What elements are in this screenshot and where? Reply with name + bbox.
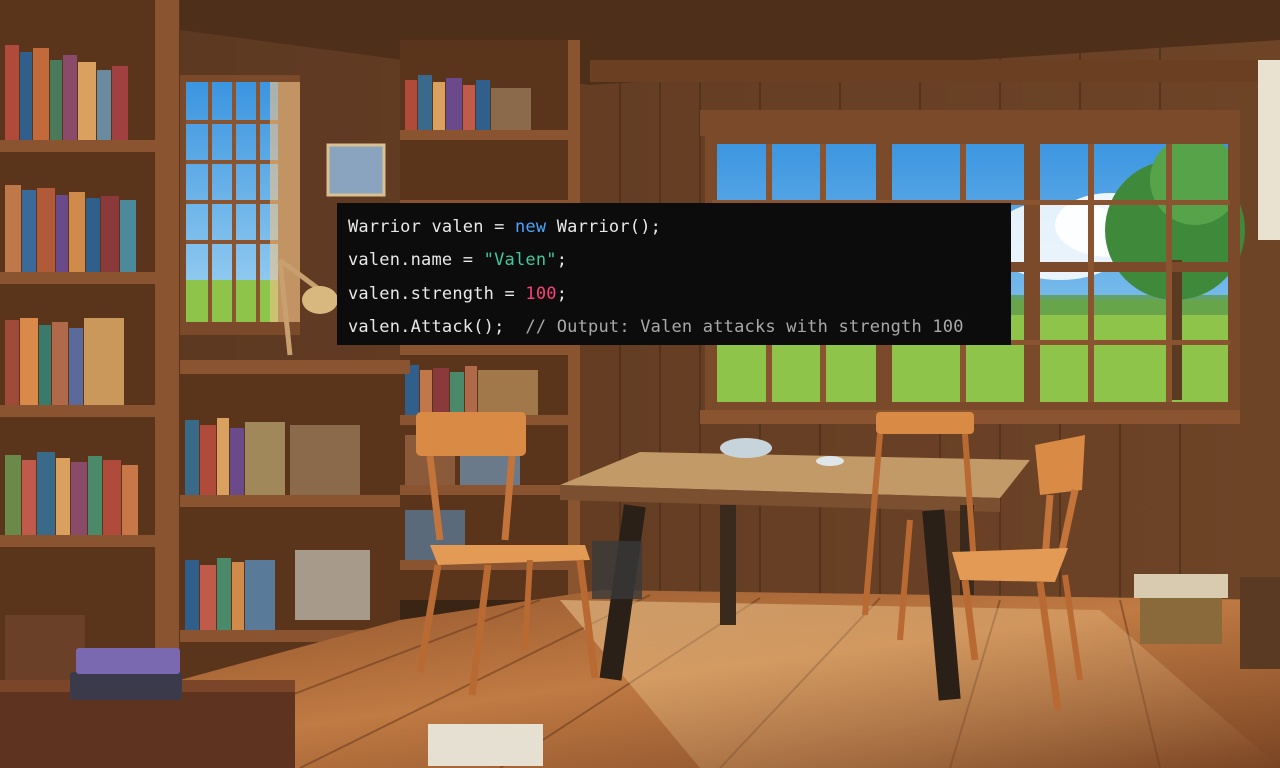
code-snippet-panel: Warrior valen = new Warrior(); valen.nam… xyxy=(337,203,1011,345)
code-string: "Valen" xyxy=(483,250,557,271)
bucket xyxy=(1240,577,1280,669)
ceiling-beam xyxy=(590,60,1280,82)
code-line-3: valen.strength = 100; xyxy=(348,278,1011,311)
code-text: valen.Attack(); xyxy=(348,317,526,338)
code-keyword: new xyxy=(514,217,547,237)
code-text: valen.strength = xyxy=(348,283,526,304)
code-line-2: valen.name = "Valen"; xyxy=(348,244,1011,277)
code-text: ; xyxy=(556,250,568,271)
code-comment: // Output: Valen attacks with strength 1… xyxy=(525,317,964,338)
cabin-library-scene xyxy=(0,0,1280,768)
code-number: 100 xyxy=(525,283,557,304)
code-text: Warrior(); xyxy=(546,217,662,237)
book-stack xyxy=(70,648,182,700)
code-line-1: Warrior valen = new Warrior(); xyxy=(348,211,1011,244)
code-text: Warrior valen = xyxy=(348,217,515,237)
code-line-4: valen.Attack(); // Output: Valen attacks… xyxy=(348,311,1011,344)
code-text: ; xyxy=(556,283,568,304)
code-text: valen.name = xyxy=(348,250,484,271)
bowl xyxy=(720,438,772,458)
box-on-floor xyxy=(592,541,642,599)
cup xyxy=(816,456,844,466)
wall-poster xyxy=(1258,60,1280,240)
window-header-beam xyxy=(700,110,1240,136)
picture-frame xyxy=(326,143,386,197)
